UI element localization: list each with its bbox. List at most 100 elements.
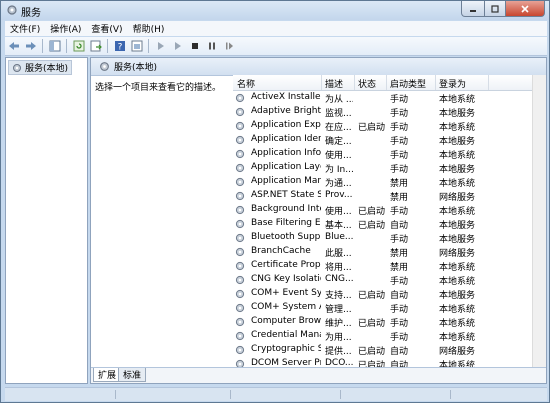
minimize-icon <box>470 9 476 12</box>
forward-button[interactable] <box>23 39 38 54</box>
properties-button[interactable] <box>129 39 144 54</box>
service-gear-icon <box>235 275 245 285</box>
service-startup-type-cell: 禁用 <box>390 249 409 259</box>
column-divider[interactable] <box>386 75 387 90</box>
table-row[interactable]: Certificate Propa... 将用... 禁用 本地系统 <box>233 259 546 273</box>
table-row[interactable]: Application Laye... 为 In... 手动 本地服务 <box>233 161 546 175</box>
service-log-on-as-cell: 本地系统 <box>439 277 476 287</box>
menu-action[interactable]: 操作(A) <box>45 22 86 35</box>
service-name-cell: BranchCache <box>251 246 311 256</box>
vertical-scrollbar[interactable] <box>532 75 546 367</box>
service-description-cell: 管理... <box>325 305 352 315</box>
table-row[interactable]: Bluetooth Supp... Blue... 手动 本地服务 <box>233 231 546 245</box>
table-row[interactable]: ASP.NET State S... Prov... 禁用 网络服务 <box>233 189 546 203</box>
menu-view[interactable]: 查看(V) <box>86 22 127 35</box>
table-row[interactable]: Adaptive Brightn... 监视... 手动 本地服务 <box>233 105 546 119</box>
stop-service-button[interactable] <box>187 39 202 54</box>
status-bar-separator <box>340 390 341 399</box>
toolbar-separator <box>107 39 108 53</box>
service-log-on-as-cell: 本地服务 <box>439 235 476 245</box>
service-startup-type-cell: 自动 <box>390 361 409 367</box>
service-startup-type-cell: 手动 <box>390 235 409 245</box>
service-startup-type-cell: 禁用 <box>390 193 409 203</box>
refresh-icon <box>73 40 84 52</box>
table-row[interactable]: Background Inte... 使用... 已启动手动 本地系统 <box>233 203 546 217</box>
table-row[interactable]: COM+ System A... 管理... 手动 本地系统 <box>233 301 546 315</box>
service-log-on-as-cell: 网络服务 <box>439 249 476 259</box>
start-service-alt-button[interactable] <box>170 39 185 54</box>
service-description-cell: Prov... <box>325 190 353 200</box>
service-description-cell: 监视... <box>325 109 352 119</box>
service-name-cell: CNG Key Isolation <box>251 274 321 284</box>
column-header-startup-type[interactable]: 启动类型 <box>390 77 426 90</box>
column-divider[interactable] <box>488 75 489 90</box>
table-row[interactable]: Application Infor... 使用... 手动 本地系统 <box>233 147 546 161</box>
service-description-cell: 将用... <box>325 263 352 273</box>
service-log-on-as-cell: 网络服务 <box>439 193 476 203</box>
column-header-name[interactable]: 名称 <box>237 77 255 90</box>
table-row[interactable]: Computer Brow... 维护... 已启动手动 本地系统 <box>233 315 546 329</box>
service-status-cell: 已启动 <box>358 123 386 133</box>
export-list-button[interactable] <box>88 39 103 54</box>
service-log-on-as-cell: 本地服务 <box>439 109 476 119</box>
service-log-on-as-cell: 本地系统 <box>439 361 476 367</box>
service-log-on-as-cell: 本地系统 <box>439 95 476 105</box>
console-tree-pane: 服务(本地) <box>5 57 88 384</box>
service-log-on-as-cell: 本地系统 <box>439 207 476 217</box>
service-gear-icon <box>235 247 245 257</box>
details-header: 服务(本地) <box>91 58 546 76</box>
column-divider[interactable] <box>354 75 355 90</box>
service-gear-icon <box>235 149 245 159</box>
table-row[interactable]: Base Filtering En... 基本... 已启动自动 本地服务 <box>233 217 546 231</box>
refresh-button[interactable] <box>71 39 86 54</box>
table-row[interactable]: Application Man... 为通... 禁用 本地系统 <box>233 175 546 189</box>
column-divider[interactable] <box>435 75 436 90</box>
table-row[interactable]: BranchCache 此服... 禁用 网络服务 <box>233 245 546 259</box>
back-button[interactable] <box>6 39 21 54</box>
table-row[interactable]: ActiveX Installer ... 为从 ... 手动 本地系统 <box>233 91 546 105</box>
table-row[interactable]: COM+ Event Sys... 支持... 已启动自动 本地服务 <box>233 287 546 301</box>
tab-extended[interactable]: 扩展 <box>93 368 122 382</box>
help-button[interactable]: ? <box>112 39 127 54</box>
menu-file[interactable]: 文件(F) <box>5 22 45 35</box>
service-log-on-as-cell: 本地系统 <box>439 319 476 329</box>
column-divider[interactable] <box>321 75 322 90</box>
service-description-cell: 确定... <box>325 137 352 147</box>
maximize-icon <box>491 4 499 13</box>
service-gear-icon <box>235 359 245 367</box>
table-row[interactable]: Credential Mana... 为用... 手动 本地系统 <box>233 329 546 343</box>
table-row[interactable]: Application Expe... 在应... 已启动手动 本地系统 <box>233 119 546 133</box>
close-button[interactable] <box>506 1 545 17</box>
table-row[interactable]: Cryptographic S... 提供... 已启动自动 网络服务 <box>233 343 546 357</box>
status-bar-separator <box>115 390 116 399</box>
service-description-cell: 使用... <box>325 151 352 161</box>
pause-service-button[interactable] <box>204 39 219 54</box>
table-row[interactable]: DCOM Server Pr... DCO... 已启动自动 本地系统 <box>233 357 546 367</box>
minimize-button[interactable] <box>461 1 485 17</box>
service-log-on-as-cell: 本地系统 <box>439 263 476 273</box>
tree-item-services-local[interactable]: 服务(本地) <box>8 60 73 75</box>
column-header-description[interactable]: 描述 <box>325 77 343 90</box>
column-header-status[interactable]: 状态 <box>358 77 376 90</box>
service-startup-type-cell: 手动 <box>390 319 409 329</box>
service-description-cell: 提供... <box>325 347 352 357</box>
status-bar-separator <box>230 390 231 399</box>
start-service-button[interactable] <box>153 39 168 54</box>
title-bar[interactable]: 服务 <box>1 1 549 20</box>
service-log-on-as-cell: 本地系统 <box>439 123 476 133</box>
service-description-hint: 选择一个项目来查看它的描述。 <box>95 83 222 93</box>
service-gear-icon <box>235 219 245 229</box>
service-status-cell: 已启动 <box>358 291 386 301</box>
table-row[interactable]: Application Iden... 确定... 手动 本地服务 <box>233 133 546 147</box>
table-row[interactable]: CNG Key Isolation CNG... 手动 本地系统 <box>233 273 546 287</box>
show-hide-console-tree-button[interactable] <box>47 39 62 54</box>
details-pane: 服务(本地) 选择一个项目来查看它的描述。 名称 描述 状态 启动类型 登录为 … <box>90 57 547 384</box>
tab-standard[interactable]: 标准 <box>118 368 147 382</box>
maximize-button[interactable] <box>485 1 506 17</box>
column-header-log-on-as[interactable]: 登录为 <box>439 77 466 90</box>
service-gear-icon <box>235 345 245 355</box>
details-header-title: 服务(本地) <box>114 63 158 73</box>
menu-help[interactable]: 帮助(H) <box>128 22 170 35</box>
service-startup-type-cell: 手动 <box>390 333 409 343</box>
restart-service-button[interactable] <box>221 39 236 54</box>
